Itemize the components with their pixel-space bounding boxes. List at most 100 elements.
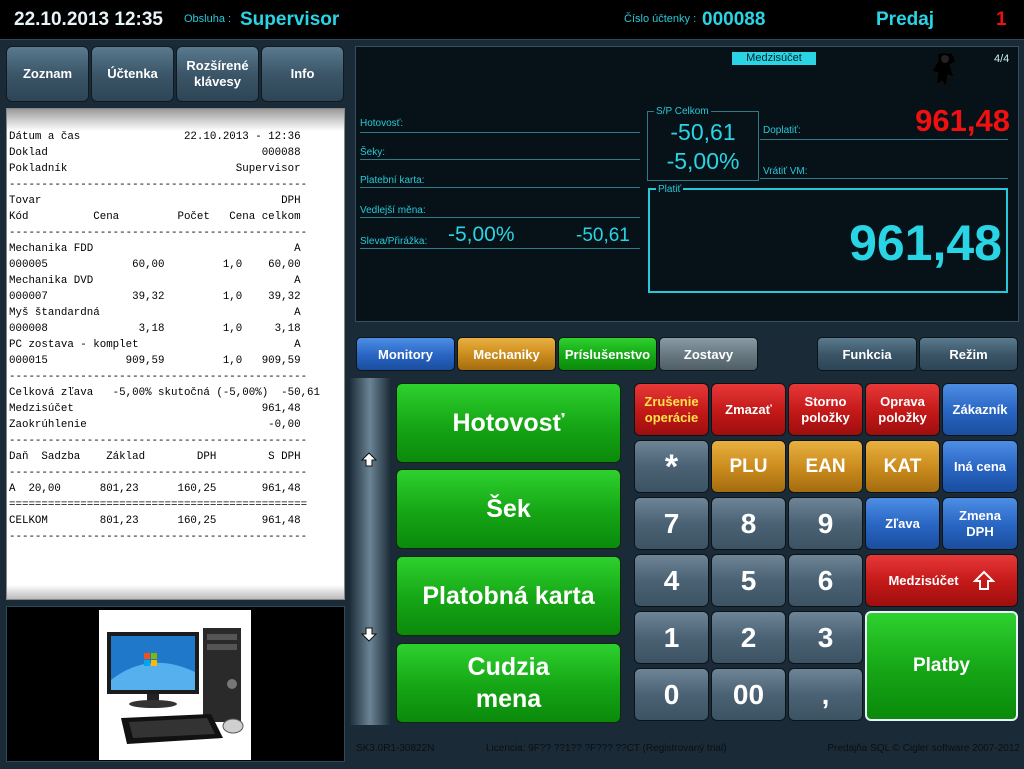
product-image	[99, 610, 251, 760]
shift-up-arrow-icon	[972, 570, 995, 590]
receipt-preview[interactable]: Dátum a čas 22.10.2013 - 12:36 Doklad 000…	[6, 108, 345, 600]
change-vat-button[interactable]: Zmena DPH	[942, 497, 1018, 550]
receipt-line: Zaokrúhlenie -0,00	[9, 419, 301, 431]
due-amount: 961,48	[915, 103, 1010, 138]
scroll-down-icon[interactable]	[361, 626, 377, 642]
digit-6-key[interactable]: 6	[788, 554, 863, 607]
cancel-operation-button[interactable]: Zrušenie operácie	[634, 383, 709, 436]
category-sets[interactable]: Zostavy	[659, 337, 758, 371]
extended-keys-label-2: klávesy	[194, 74, 241, 89]
receipt-line: PC zostava - komplet A	[9, 339, 301, 351]
plu-key[interactable]: PLU	[711, 440, 786, 493]
mode-button[interactable]: Režim	[919, 337, 1018, 371]
receipt-line: 000007 39,32 1,0 39,32	[9, 291, 301, 303]
other-price-button[interactable]: Iná cena	[942, 440, 1018, 493]
digit-1-key[interactable]: 1	[634, 611, 709, 664]
version-text: SK3.0R1-30822N	[356, 743, 435, 754]
receipt-button[interactable]: Účtenka	[91, 46, 174, 102]
receipt-line: ----------------------------------------…	[9, 227, 308, 239]
pay-check-button[interactable]: Šek	[396, 469, 621, 549]
digit-2-key[interactable]: 2	[711, 611, 786, 664]
cancel-label-2: operácie	[644, 409, 699, 425]
operator-name: Supervisor	[240, 9, 340, 30]
digit-5-key[interactable]: 5	[711, 554, 786, 607]
status-bar: SK3.0R1-30822N Licencia: 9F?? ??1?? ?F??…	[350, 737, 1024, 769]
due-line	[760, 139, 1008, 140]
customer-button[interactable]: Zákazník	[942, 383, 1018, 436]
cancel-label-1: Zrušenie	[644, 393, 699, 409]
card-line	[360, 187, 640, 188]
change-line	[760, 178, 1008, 179]
storno-label-2: položky	[801, 409, 850, 425]
cash-label: Hotovosť:	[360, 118, 404, 129]
sp-total-percent: -5,00%	[666, 148, 740, 174]
category-monitors[interactable]: Monitory	[356, 337, 455, 371]
change-label: Vrátiť VM:	[763, 166, 808, 177]
extended-keys-button[interactable]: Rozšírené klávesy	[176, 46, 259, 102]
receipt-line: Doklad 000088	[9, 147, 301, 159]
receipt-line: ----------------------------------------…	[9, 467, 308, 479]
mode-label: Predaj	[876, 9, 935, 30]
pay-label: Platiť	[656, 184, 684, 195]
discount-label: Sleva/Přirážka:	[360, 236, 428, 247]
discount-percent: -5,00%	[448, 223, 515, 246]
list-button[interactable]: Zoznam	[6, 46, 89, 102]
category-scroll-bar[interactable]	[350, 378, 390, 725]
top-status-bar: 22.10.2013 12:35 Obsluha : Supervisor Čí…	[0, 0, 1024, 40]
pay-foreign-currency-button[interactable]: Cudzia mena	[396, 643, 621, 723]
receipt-line: Daň Sadzba Základ DPH S DPH	[9, 451, 301, 463]
digit-3-key[interactable]: 3	[788, 611, 863, 664]
receipt-line: ----------------------------------------…	[9, 435, 308, 447]
discount-button[interactable]: Zľava	[865, 497, 940, 550]
operator-label: Obsluha :	[184, 13, 232, 25]
info-button[interactable]: Info	[261, 46, 344, 102]
digit-7-key[interactable]: 7	[634, 497, 709, 550]
receipt-line: Celková zľava -5,00% skutočná (-5,00%) -…	[9, 387, 321, 399]
pay-amount: 961,48	[849, 215, 1002, 271]
digit-9-key[interactable]: 9	[788, 497, 863, 550]
storno-item-button[interactable]: Storno položky	[788, 383, 863, 436]
star-key[interactable]: *	[634, 440, 709, 493]
digit-4-key[interactable]: 4	[634, 554, 709, 607]
receipt-line: Kód Cena Počet Cena celkom	[9, 211, 301, 223]
payments-button[interactable]: Platby	[865, 611, 1018, 721]
function-button[interactable]: Funkcia	[817, 337, 917, 371]
extended-keys-label-1: Rozšírené	[186, 58, 249, 73]
pc-set-icon	[107, 628, 244, 744]
receipt-line: Medzisúčet 961,48	[9, 403, 301, 415]
receipt-line: 000015 909,59 1,0 909,59	[9, 355, 301, 367]
ean-key[interactable]: EAN	[788, 440, 863, 493]
receipt-number-label: Číslo účtenky :	[624, 13, 697, 25]
correct-label-1: Oprava	[880, 393, 925, 409]
comma-key[interactable]: ,	[788, 668, 863, 721]
datetime: 22.10.2013 12:35	[14, 9, 163, 30]
correct-label-2: položky	[878, 409, 927, 425]
digit-8-key[interactable]: 8	[711, 497, 786, 550]
receipt-line: 000005 60,00 1,0 60,00	[9, 259, 301, 271]
foreign-label-1: Cudzia	[467, 653, 550, 681]
subtotal-button[interactable]: Medzisúčet	[865, 554, 1018, 607]
delete-button[interactable]: Zmazať	[711, 383, 786, 436]
pay-card-button[interactable]: Platobná karta	[396, 556, 621, 636]
checks-label: Šeky:	[360, 147, 386, 158]
category-accessories[interactable]: Príslušenstvo	[558, 337, 657, 371]
scroll-up-icon[interactable]	[361, 452, 377, 468]
pay-cash-button[interactable]: Hotovosť	[396, 383, 621, 463]
receipt-bottom-shade	[7, 585, 344, 599]
due-label: Doplatiť:	[763, 125, 801, 136]
digit-0-key[interactable]: 0	[634, 668, 709, 721]
category-drives[interactable]: Mechaniky	[457, 337, 556, 371]
kat-key[interactable]: KAT	[865, 440, 940, 493]
receipt-line: A 20,00 801,23 160,25 961,48	[9, 483, 301, 495]
receipt-line: ----------------------------------------…	[9, 371, 308, 383]
vat-label-2: DPH	[966, 523, 994, 539]
receipt-line: Dátum a čas 22.10.2013 - 12:36	[9, 131, 301, 143]
receipt-line: Mechanika FDD A	[9, 243, 301, 255]
cash-line	[360, 132, 640, 133]
pos-window: 22.10.2013 12:35 Obsluha : Supervisor Čí…	[0, 0, 1024, 769]
foreign-line	[360, 217, 640, 218]
correct-item-button[interactable]: Oprava položky	[865, 383, 940, 436]
double-zero-key[interactable]: 00	[711, 668, 786, 721]
discount-amount: -50,61	[576, 225, 630, 246]
copyright-text: Predajňa SQL © Cigler software 2007-2012	[827, 743, 1020, 754]
